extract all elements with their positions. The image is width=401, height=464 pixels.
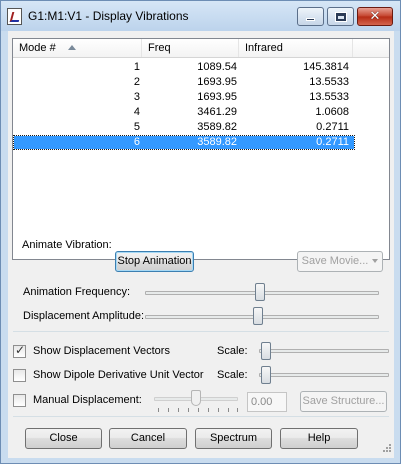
maximize-icon [334, 11, 347, 22]
sort-ascending-icon [68, 45, 76, 50]
spectrum-button[interactable]: Spectrum [195, 428, 272, 449]
column-header-freq[interactable]: Freq [142, 39, 239, 57]
mode-cell: 3 [133, 91, 140, 103]
manual-displacement-ticks [158, 408, 238, 412]
app-icon[interactable] [7, 8, 22, 25]
animate-vibration-label: Animate Vibration: [22, 239, 112, 251]
vibration-list[interactable]: Mode # Freq Infrared 1 1089.54 145.3814 … [12, 38, 390, 260]
list-header: Mode # Freq Infrared [13, 39, 389, 58]
minimize-icon [306, 18, 315, 21]
displacement-scale-label: Scale: [217, 345, 248, 357]
infrared-cell: 13.5533 [309, 76, 349, 88]
window-title: G1:M1:V1 - Display Vibrations [28, 9, 189, 23]
show-dipole-checkbox[interactable] [13, 369, 26, 382]
close-icon: ✕ [369, 9, 381, 24]
dropdown-arrow-icon [372, 259, 379, 264]
infrared-cell: 145.3814 [303, 61, 349, 73]
freq-cell: 1693.95 [197, 76, 237, 88]
infrared-cell: 0.2711 [316, 121, 349, 133]
dipole-scale-label: Scale: [217, 369, 248, 381]
displacement-scale-track[interactable] [259, 349, 389, 353]
column-header-infrared[interactable]: Infrared [239, 39, 353, 57]
manual-displacement-value-field[interactable]: 0.00 [247, 392, 287, 412]
displacement-amplitude-label: Displacement Amplitude: [23, 310, 145, 322]
dipole-scale-slider[interactable] [261, 366, 271, 384]
list-row[interactable]: 5 3589.82 0.2711 [14, 121, 354, 134]
animation-frequency-slider[interactable] [255, 283, 265, 301]
resize-grip-icon[interactable] [380, 443, 392, 455]
column-header-label: Mode # [19, 42, 56, 54]
freq-cell: 1693.95 [197, 91, 237, 103]
mode-cell: 4 [133, 106, 140, 118]
column-header-mode[interactable]: Mode # [13, 39, 142, 57]
dipole-scale-track[interactable] [259, 373, 389, 377]
cancel-button[interactable]: Cancel [109, 428, 187, 449]
mode-cell: 6 [133, 136, 140, 148]
infrared-cell: 1.0608 [315, 106, 349, 118]
mode-cell: 5 [133, 121, 140, 133]
checkmark-icon: ✓ [15, 343, 26, 357]
displacement-amplitude-slider[interactable] [253, 307, 263, 325]
freq-cell: 3589.82 [197, 121, 237, 133]
save-movie-button[interactable]: Save Movie... [297, 251, 383, 272]
save-movie-label: Save Movie... [301, 255, 369, 267]
maximize-button[interactable] [327, 7, 354, 26]
close-button[interactable]: Close [25, 428, 102, 449]
column-header-label: Freq [148, 42, 171, 54]
freq-cell: 3461.29 [197, 106, 237, 118]
save-structure-button[interactable]: Save Structure... [300, 391, 387, 412]
show-displacement-label: Show Displacement Vectors [33, 345, 170, 357]
title-bar[interactable]: G1:M1:V1 - Display Vibrations ✕ [1, 1, 400, 31]
group-divider [13, 331, 389, 332]
mode-cell: 2 [133, 76, 140, 88]
close-window-button[interactable]: ✕ [357, 7, 393, 26]
list-row[interactable]: 1 1089.54 145.3814 [14, 61, 354, 74]
help-button[interactable]: Help [280, 428, 358, 449]
manual-displacement-checkbox[interactable] [13, 394, 26, 407]
list-row[interactable]: 2 1693.95 13.5533 [14, 76, 354, 89]
freq-cell: 3589.82 [197, 136, 237, 148]
list-row-selected[interactable]: 6 3589.82 0.2711 [13, 135, 355, 150]
infrared-cell: 0.2711 [316, 136, 349, 148]
dialog-body: Mode # Freq Infrared 1 1089.54 145.3814 … [8, 31, 394, 458]
manual-displacement-label: Manual Displacement: [33, 394, 142, 406]
minimize-button[interactable] [297, 7, 324, 26]
list-row[interactable]: 3 1693.95 13.5533 [14, 91, 354, 104]
stop-animation-button[interactable]: Stop Animation [115, 251, 194, 272]
column-header-label: Infrared [245, 42, 283, 54]
show-dipole-label: Show Dipole Derivative Unit Vector [33, 369, 204, 381]
mode-cell: 1 [133, 61, 140, 73]
freq-cell: 1089.54 [197, 61, 237, 73]
display-vibrations-window: G1:M1:V1 - Display Vibrations ✕ Mode # F… [0, 0, 401, 464]
infrared-cell: 13.5533 [309, 91, 349, 103]
displacement-scale-slider[interactable] [261, 342, 271, 360]
show-displacement-checkbox[interactable]: ✓ [13, 343, 26, 358]
list-row[interactable]: 4 3461.29 1.0608 [14, 106, 354, 119]
animation-frequency-label: Animation Frequency: [23, 286, 130, 298]
manual-displacement-slider[interactable] [191, 390, 201, 406]
bottom-divider [13, 416, 389, 417]
